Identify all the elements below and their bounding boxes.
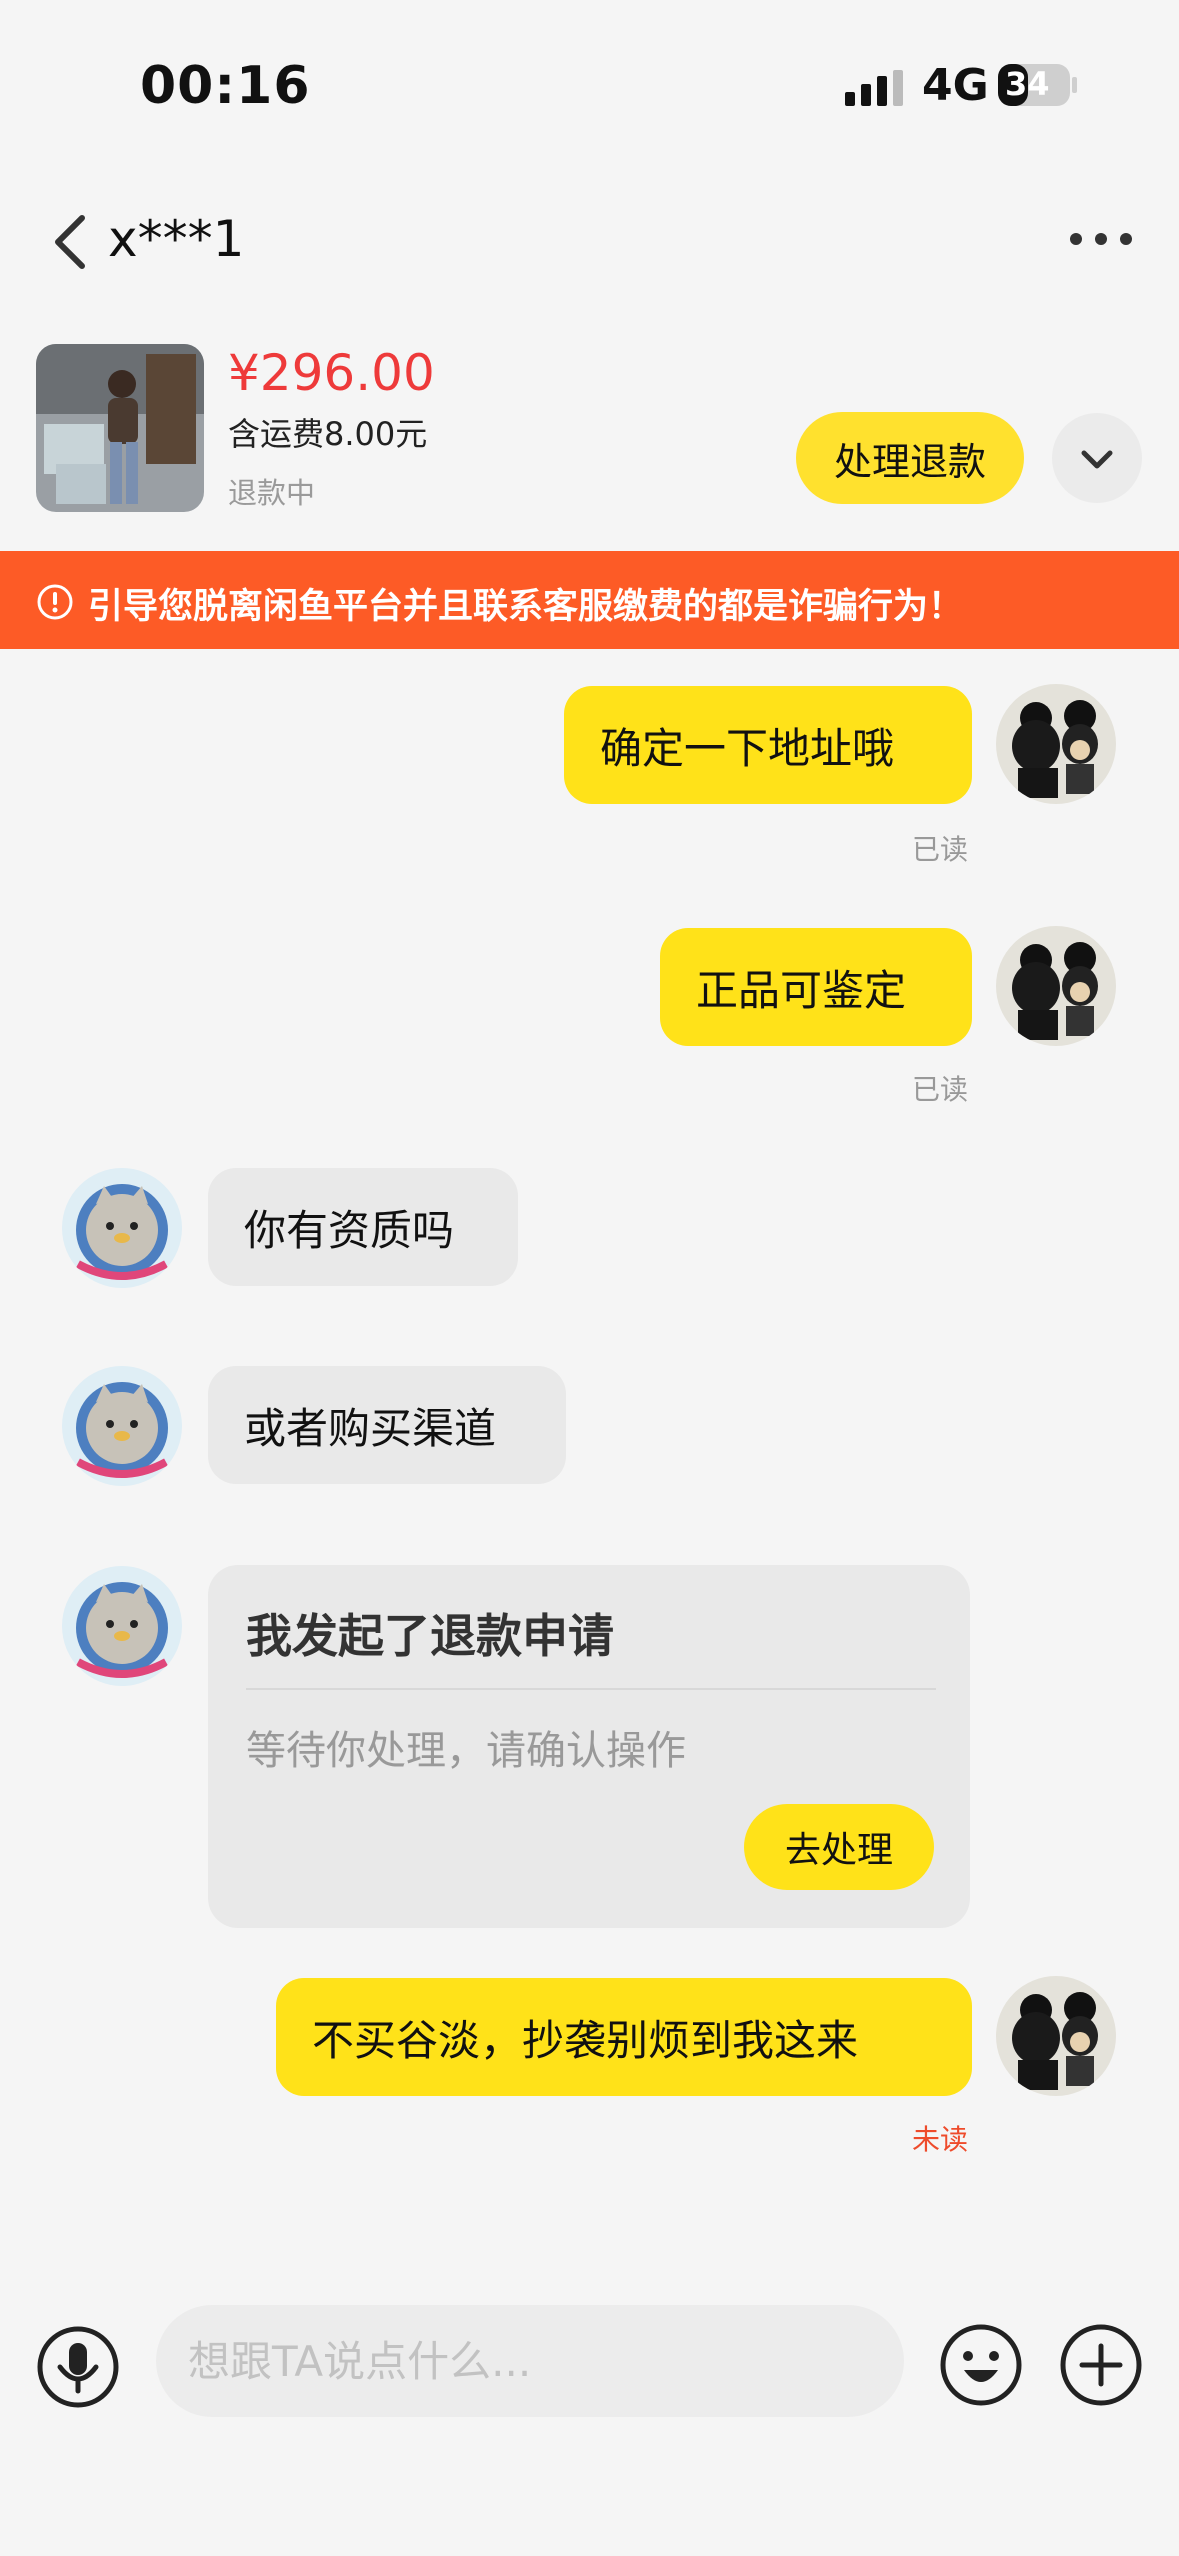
message-bubble[interactable]: 或者购买渠道 [208, 1366, 566, 1484]
avatar[interactable] [996, 1976, 1116, 2096]
product-price: ¥296.00 [228, 344, 435, 402]
read-receipt: 已读 [912, 833, 969, 866]
expand-button[interactable] [1052, 413, 1142, 503]
signal-icon [845, 70, 903, 106]
message-bubble[interactable]: 正品可鉴定 [660, 928, 972, 1046]
unread-receipt: 未读 [912, 2123, 969, 2156]
message-text: 确定一下地址哦 [600, 723, 895, 773]
chevron-down-icon [1081, 450, 1113, 469]
chat-title: x***1 [108, 210, 245, 268]
product-thumbnail[interactable] [36, 344, 204, 512]
avatar[interactable] [62, 1168, 182, 1288]
message-text: 你有资质吗 [244, 1205, 455, 1255]
message-text: 或者购买渠道 [244, 1403, 497, 1453]
warning-icon [37, 584, 73, 620]
battery-level: 34 [1005, 65, 1050, 103]
avatar[interactable] [62, 1566, 182, 1686]
more-icon[interactable] [1066, 227, 1136, 251]
message-text: 正品可鉴定 [696, 965, 907, 1015]
mic-icon[interactable] [36, 2325, 120, 2409]
read-receipt: 已读 [912, 1073, 969, 1106]
battery-icon: 34 [997, 62, 1079, 108]
card-divider [246, 1688, 936, 1690]
process-refund-button[interactable]: 处理退款 [796, 412, 1024, 504]
message-bubble[interactable]: 不买谷淡，抄袭别烦到我这来 [276, 1978, 972, 2096]
card-title: 我发起了退款申请 [246, 1609, 614, 1663]
message-text: 不买谷淡，抄袭别烦到我这来 [312, 2015, 859, 2065]
handle-button[interactable]: 去处理 [744, 1804, 934, 1890]
order-status: 退款中 [228, 476, 316, 510]
network-label: 4G [922, 60, 989, 111]
status-time: 00:16 [140, 56, 311, 116]
card-subtitle: 等待你处理，请确认操作 [246, 1728, 686, 1774]
shipping-fee: 含运费8.00元 [228, 415, 428, 453]
emoji-icon[interactable] [938, 2322, 1024, 2408]
message-bubble[interactable]: 确定一下地址哦 [564, 686, 972, 804]
avatar[interactable] [62, 1366, 182, 1486]
warning-text: 引导您脱离闲鱼平台并且联系客服缴费的都是诈骗行为！ [88, 587, 964, 627]
message-bubble[interactable]: 你有资质吗 [208, 1168, 518, 1286]
avatar[interactable] [996, 684, 1116, 804]
back-icon[interactable] [48, 212, 92, 272]
message-input[interactable] [156, 2305, 904, 2417]
plus-icon[interactable] [1058, 2322, 1144, 2408]
avatar[interactable] [996, 926, 1116, 1046]
